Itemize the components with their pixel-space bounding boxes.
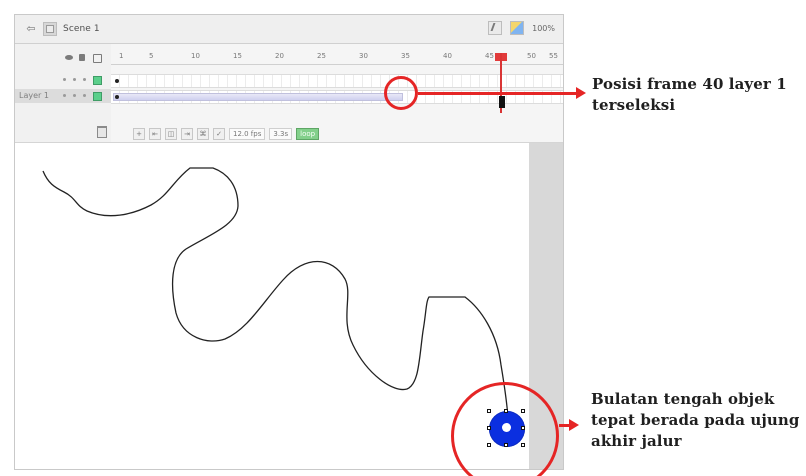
ruler-number: 45 — [485, 52, 494, 60]
scene-icon — [43, 22, 57, 36]
tutorial-screenshot: ⇦ Scene 1 100% Layer 1 1 5 10 15 20 25 3… — [0, 0, 806, 476]
layer-selected-keyframe-icon — [93, 92, 102, 101]
ruler-number: 50 — [527, 52, 536, 60]
zoom-label[interactable]: 100% — [532, 24, 555, 33]
timeline-bottom-tools: + ⇤ ◫ ⇥ ⌘ ✓ 12.0 fps 3.3s loop — [133, 128, 320, 140]
layer-top-dot-2 — [73, 78, 76, 81]
layer-header-row — [15, 51, 111, 65]
frame-tool-5[interactable]: ⌘ — [197, 128, 209, 140]
frame-tool-4[interactable]: ⇥ — [181, 128, 193, 140]
frame-callout-text: Posisi frame 40 layer 1 terseleksi — [592, 75, 787, 114]
frame-tool-3[interactable]: ◫ — [165, 128, 177, 140]
layer-selected-dot-2 — [73, 94, 76, 97]
ruler-number: 20 — [275, 52, 284, 60]
selected-layer-name: Layer 1 — [19, 91, 49, 100]
back-arrow-icon[interactable]: ⇦ — [25, 23, 37, 35]
layer-selected-dot-3 — [83, 94, 86, 97]
layer-top-keyframe-icon — [93, 76, 102, 85]
top-start-keyframe[interactable] — [115, 79, 119, 83]
ruler-number: 55 — [549, 52, 558, 60]
ruler-number: 40 — [443, 52, 452, 60]
outline-icon[interactable] — [93, 54, 102, 63]
brush-icon[interactable] — [488, 21, 503, 35]
layer-top-dot-1 — [63, 78, 66, 81]
frame-callout-arrow-head — [576, 87, 586, 99]
ruler-number: 25 — [317, 52, 326, 60]
color-icon[interactable] — [510, 21, 525, 35]
loop-display[interactable]: loop — [296, 128, 320, 140]
scene-breadcrumb: ⇦ Scene 1 — [25, 22, 100, 36]
ruler-number: 35 — [401, 52, 410, 60]
top-right-tools: 100% — [488, 21, 555, 35]
layer-bottom-tools — [15, 125, 111, 139]
frame-callout-arrow-line — [418, 92, 578, 95]
layer-selected-dot-1 — [63, 94, 66, 97]
object-callout-text: Bulatan tengah objek tepat berada pada u… — [591, 390, 800, 450]
ruler-number: 30 — [359, 52, 368, 60]
motion-path-line — [42, 167, 509, 419]
time-display: 3.3s — [269, 128, 293, 140]
layer-row-selected[interactable]: Layer 1 — [15, 89, 111, 103]
frame-tool-2[interactable]: ⇤ — [149, 128, 161, 140]
motion-tween-bar[interactable] — [113, 93, 403, 101]
layer-panel: Layer 1 — [15, 44, 112, 142]
selected-frame-40[interactable] — [499, 96, 505, 108]
layer-top-dot-3 — [83, 78, 86, 81]
scene-label: Scene 1 — [63, 24, 100, 34]
window-topbar: ⇦ Scene 1 100% — [15, 15, 563, 44]
ruler-number: 10 — [191, 52, 200, 60]
ruler-number: 1 — [119, 52, 124, 60]
lock-icon[interactable] — [79, 54, 85, 61]
layer-row-top[interactable] — [15, 73, 111, 87]
selected-start-keyframe[interactable] — [115, 95, 119, 99]
ruler-number: 5 — [149, 52, 154, 60]
ruler-number: 15 — [233, 52, 242, 60]
frame-tool-1[interactable]: + — [133, 128, 145, 140]
frame-tool-6[interactable]: ✓ — [213, 128, 225, 140]
fps-display: 12.0 fps — [229, 128, 266, 140]
eye-icon[interactable] — [65, 55, 73, 60]
frame-callout-circle — [384, 76, 418, 110]
frame-row-top[interactable] — [111, 74, 563, 88]
trash-icon[interactable] — [97, 126, 107, 138]
object-callout-arrow-head — [569, 419, 579, 431]
